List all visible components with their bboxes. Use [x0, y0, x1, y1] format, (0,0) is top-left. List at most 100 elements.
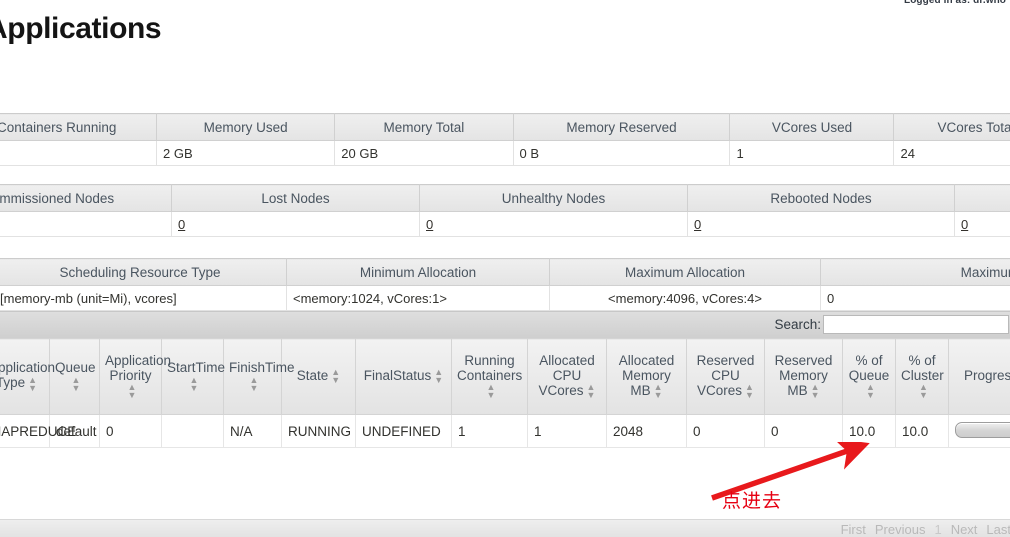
datatable-toolbar: Search:	[0, 311, 1010, 338]
col-header-state[interactable]: State ▲ ▼	[281, 338, 356, 415]
logged-in-label: Logged in as: dr.who	[904, 0, 1006, 6]
sort-icon[interactable]: ▲ ▼	[72, 375, 81, 392]
page-title: Applications	[0, 12, 162, 45]
sort-icon[interactable]: ▲ ▼	[190, 375, 199, 392]
cell-reserved-cpu-vcores: 0	[686, 414, 765, 448]
cluster-metrics-val-containers-running: 1	[0, 140, 158, 166]
pagination-previous[interactable]: Previous	[875, 522, 926, 537]
cluster-nodes-val-decommissioned: 0	[0, 211, 172, 237]
cell-running-containers: 1	[451, 414, 528, 448]
pagination-first[interactable]: First	[841, 522, 866, 537]
scheduler-val-min-allocation: <memory:1024, vCores:1>	[286, 285, 550, 311]
table-row[interactable]: application_1_0001 root word count MAPRE…	[0, 414, 1010, 448]
col-header-progress[interactable]: Progress▲▼	[948, 338, 1010, 415]
cluster-nodes-val-rebooted: 0	[687, 211, 955, 237]
cell-finishtime: N/A	[223, 414, 282, 448]
col-header-allocated-memory-mb[interactable]: Allocated Memory MB ▲ ▼	[606, 338, 687, 415]
col-header-pct-of-cluster[interactable]: % of Cluster ▲ ▼	[895, 338, 949, 415]
shutdown-nodes-link[interactable]: 0	[961, 217, 968, 232]
cell-application-type: MAPREDUCE	[0, 414, 76, 448]
col-header-allocated-cpu-vcores[interactable]: Allocated CPU VCores ▲ ▼	[527, 338, 607, 415]
cluster-nodes-data-row: 0 0 0 0 0	[0, 211, 1010, 237]
sort-icon[interactable]: ▲ ▼	[250, 375, 259, 392]
cluster-nodes-col-shutdown: Shutdown Nodes	[954, 184, 1010, 212]
pagination-page-1[interactable]: 1	[934, 522, 941, 537]
cell-reserved-memory-mb: 0	[764, 414, 843, 448]
col-header-running-containers[interactable]: Running Containers ▲ ▼	[451, 338, 528, 415]
annotation-text: 点进去	[722, 490, 783, 512]
pagination-next[interactable]: Next	[951, 522, 978, 537]
cluster-metrics-val-vcores-used: 1	[729, 140, 895, 166]
cell-pct-of-queue: 10.0	[842, 414, 896, 448]
scheduler-col-resource-type: Scheduling Resource Type	[0, 258, 287, 286]
cluster-metrics-val-memory-used: 2 GB	[156, 140, 336, 166]
sort-icon[interactable]: ▲ ▼	[487, 383, 496, 400]
cluster-metrics-val-memory-reserved: 0 B	[512, 140, 731, 166]
col-header-pct-of-queue[interactable]: % of Queue ▲ ▼	[842, 338, 896, 415]
scheduler-metrics-table: Scheduler Type Scheduling Resource Type …	[0, 258, 1010, 311]
scheduler-metrics-data-row: Capacity Scheduler [memory-mb (unit=Mi),…	[0, 285, 1010, 311]
unhealthy-nodes-link[interactable]: 0	[426, 217, 433, 232]
cluster-metrics-val-memory-total: 20 GB	[334, 140, 514, 166]
progress-bar	[955, 421, 1010, 438]
scheduler-metrics-header-row: Scheduler Type Scheduling Resource Type …	[0, 258, 1010, 286]
scheduler-col-max-allocation: Maximum Allocation	[549, 258, 821, 286]
sort-icon[interactable]: ▲ ▼	[866, 383, 875, 400]
cluster-nodes-val-lost: 0	[171, 211, 420, 237]
sort-icon[interactable]: ▲ ▼	[919, 383, 928, 400]
col-header-starttime[interactable]: StartTime ▲ ▼	[161, 338, 225, 415]
cell-allocated-memory-mb: 2048	[606, 414, 687, 448]
col-header-application-type[interactable]: Application Type▲▼	[0, 338, 55, 415]
cluster-nodes-col-decommissioned: Decommissioned Nodes	[0, 184, 172, 212]
cluster-nodes-col-rebooted: Rebooted Nodes	[687, 184, 955, 212]
col-header-finalstatus[interactable]: FinalStatus ▲ ▼	[355, 338, 452, 415]
cluster-nodes-col-unhealthy: Unhealthy Nodes	[419, 184, 688, 212]
rebooted-nodes-link[interactable]: 0	[694, 217, 701, 232]
sort-icon[interactable]: ▲ ▼	[331, 368, 340, 385]
cell-progress	[948, 414, 1010, 448]
sort-icon[interactable]: ▲ ▼	[654, 383, 663, 400]
cell-pct-of-cluster: 10.0	[895, 414, 949, 448]
applications-table: ID▲▼ User▲▼ Name▲▼ Application Type▲▼ Qu…	[0, 338, 1010, 448]
sort-icon[interactable]: ▲ ▼	[587, 383, 596, 400]
cluster-metrics-val-vcores-total: 24	[893, 140, 1010, 166]
sort-icon[interactable]: ▲ ▼	[745, 383, 754, 400]
lost-nodes-link[interactable]: 0	[178, 217, 185, 232]
sort-icon[interactable]: ▲ ▼	[811, 383, 820, 400]
cluster-metrics-col-containers-running: Containers Running	[0, 113, 158, 141]
search-group: Search:	[774, 315, 1009, 334]
col-header-reserved-memory-mb[interactable]: Reserved Memory MB ▲ ▼	[764, 338, 843, 415]
sort-icon[interactable]: ▲ ▼	[28, 375, 37, 392]
cluster-nodes-metrics-table: Decommissioned Nodes Lost Nodes Unhealth…	[0, 184, 1010, 237]
cell-application-priority: 0	[99, 414, 162, 448]
cluster-metrics-col-memory-total: Memory Total	[334, 113, 514, 141]
cell-starttime	[161, 414, 224, 448]
search-label: Search:	[774, 317, 821, 332]
cell-allocated-cpu-vcores: 1	[527, 414, 607, 448]
scheduler-val-resource-type: [memory-mb (unit=Mi), vcores]	[0, 285, 287, 311]
col-header-application-priority[interactable]: Application Priority ▲ ▼	[99, 338, 171, 415]
cluster-metrics-header-row: Apps Completed Containers Running Memory…	[0, 113, 1010, 141]
cluster-metrics-col-vcores-total: VCores Total	[893, 113, 1010, 141]
scheduler-col-max-priority: Maximum Cluster Application Priority	[820, 258, 1010, 286]
sort-icon[interactable]: ▲ ▼	[434, 368, 443, 385]
cell-state: RUNNING	[281, 414, 356, 448]
cluster-metrics-data-row: 0 1 2 GB 20 GB 0 B 1 24 0	[0, 140, 1010, 166]
pagination-last[interactable]: Last	[986, 522, 1010, 537]
cell-queue: default	[49, 414, 100, 448]
cluster-nodes-val-shutdown: 0	[954, 211, 1010, 237]
datatable-footer: First Previous 1 Next Last	[0, 519, 1010, 537]
sort-icon[interactable]: ▲ ▼	[128, 383, 137, 400]
cluster-nodes-header-row: Decommissioned Nodes Lost Nodes Unhealth…	[0, 184, 1010, 212]
cluster-nodes-val-unhealthy: 0	[419, 211, 688, 237]
cluster-metrics-col-memory-reserved: Memory Reserved	[512, 113, 731, 141]
cluster-metrics-col-vcores-used: VCores Used	[729, 113, 895, 141]
col-header-reserved-cpu-vcores[interactable]: Reserved CPU VCores ▲ ▼	[686, 338, 765, 415]
scheduler-val-max-allocation: <memory:4096, vCores:4>	[549, 285, 821, 311]
col-header-queue[interactable]: Queue ▲ ▼	[49, 338, 100, 415]
scheduler-col-min-allocation: Minimum Allocation	[286, 258, 550, 286]
cell-finalstatus: UNDEFINED	[355, 414, 452, 448]
col-header-finishtime[interactable]: FinishTime ▲ ▼	[223, 338, 295, 415]
search-input[interactable]	[823, 315, 1009, 334]
scheduler-val-max-priority: 0	[820, 285, 1010, 311]
